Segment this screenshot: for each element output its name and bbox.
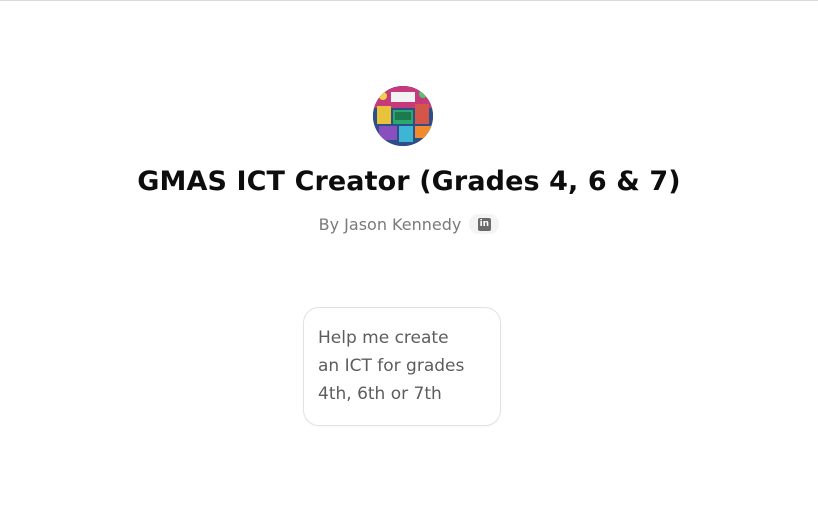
linkedin-link[interactable]: in xyxy=(469,214,500,234)
conversation-starter-text: Help me create an ICT for grades 4th, 6t… xyxy=(318,328,465,404)
gpt-avatar xyxy=(373,86,433,146)
linkedin-icon: in xyxy=(477,217,491,231)
gpt-landing: GMAS ICT Creator (Grades 4, 6 & 7) By Ja… xyxy=(0,0,818,517)
author-byline: By Jason Kennedy in xyxy=(0,214,818,234)
author-name: By Jason Kennedy xyxy=(318,214,462,234)
conversation-starter[interactable]: Help me create an ICT for grades 4th, 6t… xyxy=(303,307,501,426)
gpt-title: GMAS ICT Creator (Grades 4, 6 & 7) xyxy=(137,166,681,197)
top-divider xyxy=(0,0,818,1)
avatar-image xyxy=(373,86,433,146)
